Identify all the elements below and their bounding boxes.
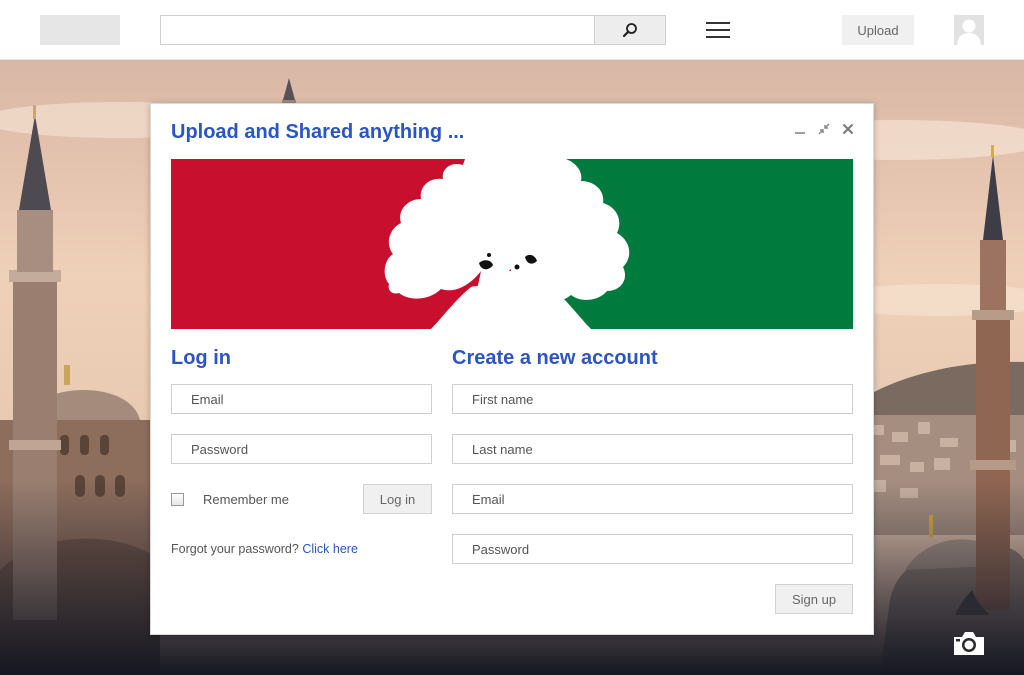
login-button[interactable]: Log in bbox=[363, 484, 432, 514]
hamburger-menu-icon[interactable] bbox=[704, 18, 732, 42]
site-logo[interactable] bbox=[40, 15, 120, 45]
search-input[interactable] bbox=[160, 15, 595, 45]
dialog-title: Upload and Shared anything ... bbox=[171, 121, 465, 143]
forgot-password-label: Forgot your password? bbox=[171, 542, 299, 556]
last-name-field[interactable] bbox=[452, 434, 853, 464]
search-button[interactable] bbox=[594, 15, 666, 45]
search-bar bbox=[160, 15, 666, 45]
signup-heading: Create a new account bbox=[452, 347, 658, 369]
forgot-password-link[interactable]: Click here bbox=[302, 542, 358, 556]
signup-button[interactable]: Sign up bbox=[775, 584, 853, 614]
forgot-password-text: Forgot your password? Click here bbox=[171, 542, 358, 556]
login-heading: Log in bbox=[171, 347, 231, 369]
first-name-field[interactable] bbox=[452, 384, 853, 414]
close-icon[interactable] bbox=[841, 122, 855, 136]
upload-share-dialog: Upload and Shared anything ... Log in Em… bbox=[150, 103, 874, 635]
user-avatar-icon[interactable] bbox=[954, 15, 984, 45]
upload-button[interactable]: Upload bbox=[842, 15, 914, 45]
signup-email-field[interactable] bbox=[452, 484, 853, 514]
search-icon bbox=[622, 23, 637, 38]
collapse-icon[interactable] bbox=[817, 122, 831, 136]
minimize-icon[interactable] bbox=[793, 122, 807, 136]
remember-me-checkbox[interactable] bbox=[171, 493, 184, 506]
login-email-field[interactable] bbox=[171, 384, 432, 414]
login-password-field[interactable] bbox=[171, 434, 432, 464]
remember-me-label: Remember me bbox=[203, 492, 289, 507]
brand-banner bbox=[171, 159, 853, 329]
camera-icon[interactable] bbox=[952, 630, 986, 656]
signup-password-field[interactable] bbox=[452, 534, 853, 564]
top-header: Upload bbox=[0, 0, 1024, 60]
